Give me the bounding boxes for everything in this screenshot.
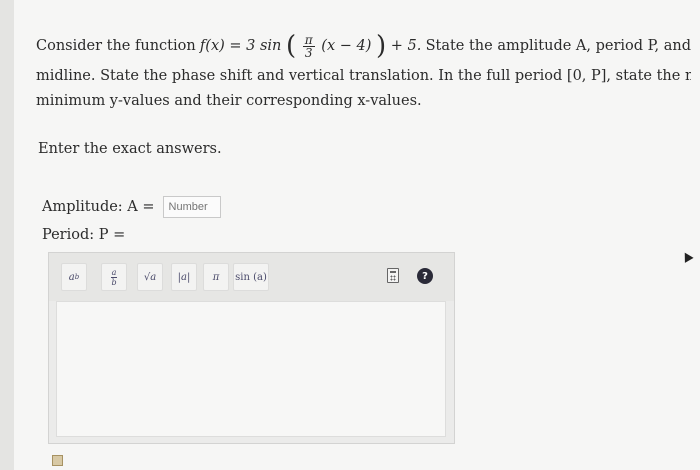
amplitude-input[interactable] bbox=[162, 196, 221, 218]
question-line-3: minimum y-values and their corresponding… bbox=[36, 93, 422, 109]
question-text: Consider the function f(x) = 3 sin ( π 3… bbox=[36, 28, 691, 114]
sin-button[interactable]: sin (a) bbox=[233, 263, 269, 291]
period-answer-input[interactable] bbox=[56, 301, 446, 437]
small-status-icon bbox=[52, 455, 63, 466]
keypad-icon[interactable] bbox=[387, 268, 399, 283]
absolute-value-button[interactable]: |a| bbox=[171, 263, 197, 291]
fraction-button[interactable]: a b bbox=[101, 263, 127, 291]
math-toolbar: ab a b √a |a| π sin (a) ? bbox=[49, 253, 454, 301]
left-margin-strip bbox=[0, 0, 14, 470]
period-label: Period: P = bbox=[42, 227, 126, 243]
question-line-2: midline. State the phase shift and verti… bbox=[36, 68, 691, 84]
function-expression: f(x) = 3 sin ( π 3 (x − 4) ) + 5. bbox=[199, 31, 422, 61]
instruction-text: Enter the exact answers. bbox=[38, 141, 222, 157]
amplitude-label: Amplitude: A = bbox=[42, 199, 155, 215]
amplitude-row: Amplitude: A = bbox=[42, 196, 221, 218]
sqrt-button[interactable]: √a bbox=[137, 263, 163, 291]
help-icon[interactable]: ? bbox=[417, 268, 433, 284]
math-editor: ab a b √a |a| π sin (a) ? bbox=[48, 252, 455, 444]
power-button[interactable]: ab bbox=[61, 263, 87, 291]
question-line-1: Consider the function f(x) = 3 sin ( π 3… bbox=[36, 31, 691, 61]
pi-over-3-fraction: π 3 bbox=[302, 32, 315, 60]
pi-button[interactable]: π bbox=[203, 263, 229, 291]
